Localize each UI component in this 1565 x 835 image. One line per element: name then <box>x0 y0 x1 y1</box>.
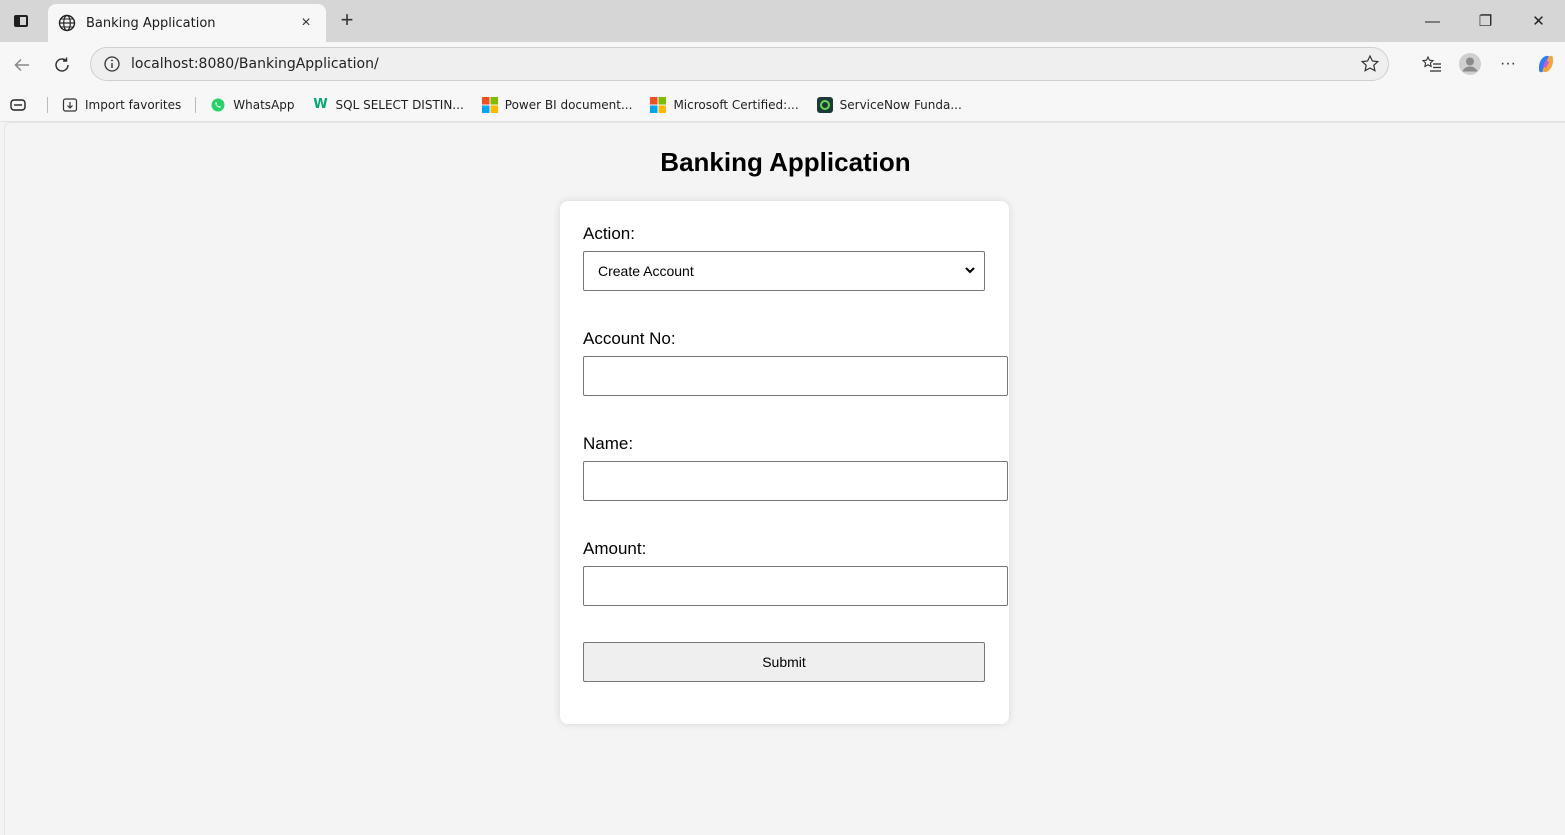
address-bar[interactable]: localhost:8080/BankingApplication/ <box>90 47 1389 81</box>
tab-title: Banking Application <box>86 15 216 31</box>
url-text: localhost:8080/BankingApplication/ <box>131 56 379 72</box>
import-favorites-icon <box>62 97 78 113</box>
bookmark-sql-select[interactable]: W SQL SELECT DISTIN... <box>313 97 464 113</box>
bookmarks-bar: Import favorites WhatsApp W SQL SELECT D… <box>0 88 1565 122</box>
chevron-down-icon <box>965 267 975 274</box>
bookmark-label: Microsoft Certified:... <box>673 97 799 112</box>
tab-actions-icon[interactable] <box>8 8 34 34</box>
info-icon[interactable] <box>103 55 121 73</box>
restore-icon[interactable]: ❐ <box>1459 0 1512 42</box>
name-input[interactable] <box>583 461 1008 501</box>
tab-close-icon[interactable]: × <box>296 14 316 32</box>
bookmark-label: SQL SELECT DISTIN... <box>335 97 464 112</box>
bookmark-power-bi[interactable]: Power BI document... <box>481 96 633 113</box>
microsoft-icon <box>650 96 667 113</box>
reload-icon <box>55 57 69 72</box>
action-select[interactable]: Create Account <box>583 251 985 291</box>
favorite-star-icon[interactable] <box>1352 49 1388 79</box>
whatsapp-icon <box>210 97 226 113</box>
bookmark-servicenow[interactable]: ServiceNow Funda... <box>816 96 962 113</box>
bookmarks-divider <box>47 96 48 113</box>
minimize-icon[interactable]: — <box>1406 0 1459 42</box>
bookmark-label: Import favorites <box>85 97 182 112</box>
bookmark-microsoft-certified[interactable]: Microsoft Certified:... <box>650 96 799 113</box>
tab-strip-toggle[interactable] <box>10 97 33 113</box>
page-title: Banking Application <box>660 147 911 177</box>
amount-label: Amount: <box>583 539 647 558</box>
bookmark-label: Power BI document... <box>504 97 633 112</box>
back-arrow-icon <box>14 58 29 72</box>
back-button[interactable] <box>8 51 36 79</box>
globe-icon <box>58 14 76 32</box>
servicenow-icon <box>816 96 833 113</box>
window-controls: — ❐ ✕ <box>1406 0 1565 42</box>
toolbar-right: ··· <box>1413 46 1565 82</box>
new-tab-button[interactable]: + <box>334 8 360 34</box>
name-label: Name: <box>583 434 634 453</box>
tab-strip-icon <box>10 97 26 113</box>
bookmark-label: WhatsApp <box>233 97 295 112</box>
favorites-list-icon[interactable] <box>1413 46 1451 82</box>
submit-button[interactable]: Submit <box>583 642 985 682</box>
banking-form-card: Action: Create Account Account No: Name:… <box>560 201 1009 724</box>
action-label: Action: <box>583 224 635 243</box>
action-selected-value: Create Account <box>598 263 694 279</box>
bookmark-whatsapp[interactable]: WhatsApp <box>210 97 295 113</box>
account-no-label: Account No: <box>583 329 676 348</box>
browser-titlebar: Banking Application × + — ❐ ✕ <box>0 0 1565 42</box>
more-options-icon[interactable]: ··· <box>1489 46 1527 82</box>
page-viewport: Banking Application Action: Create Accou… <box>4 122 1565 835</box>
w3schools-icon: W <box>313 97 328 112</box>
bookmarks-divider <box>195 96 197 113</box>
account-no-input[interactable] <box>583 356 1008 396</box>
browser-tab[interactable]: Banking Application × <box>48 4 326 42</box>
profile-avatar-icon[interactable] <box>1451 46 1489 82</box>
reload-button[interactable] <box>48 51 76 79</box>
bookmark-label: ServiceNow Funda... <box>839 97 962 112</box>
bookmark-import-favorites[interactable]: Import favorites <box>62 97 181 113</box>
microsoft-icon <box>481 96 498 113</box>
close-window-icon[interactable]: ✕ <box>1512 0 1565 42</box>
amount-input[interactable] <box>583 566 1008 606</box>
copilot-icon[interactable] <box>1527 46 1565 82</box>
browser-toolbar: localhost:8080/BankingApplication/ ··· <box>0 42 1565 88</box>
